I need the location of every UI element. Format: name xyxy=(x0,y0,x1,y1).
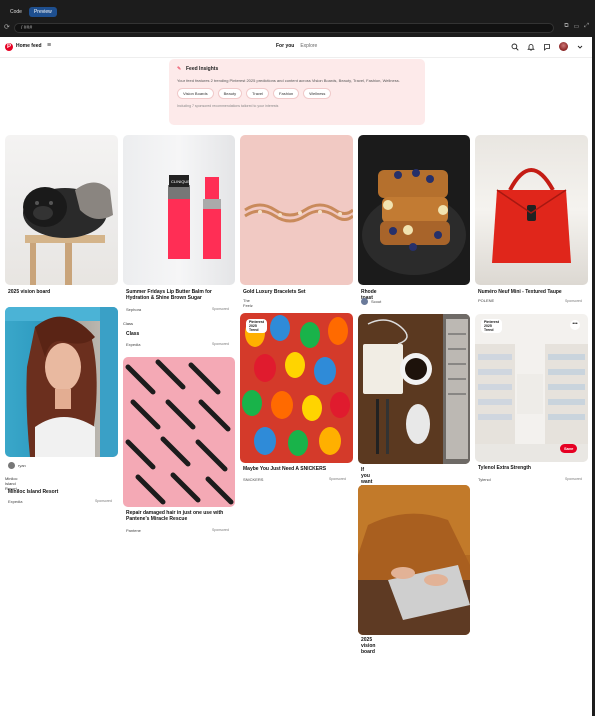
pin-title: Summer Fridays Lip Butter Balm for Hydra… xyxy=(126,289,212,301)
pin-source: POLENE xyxy=(478,298,495,303)
sponsored-label: Sponsored xyxy=(565,477,582,481)
pin-title: Tylenol Extra Strength xyxy=(478,465,531,471)
feed-insights-panel: ✎ Feed Insights Your feed features 2 tre… xyxy=(169,59,425,125)
pinterest-logo-icon[interactable]: P xyxy=(5,43,13,51)
pin-source: Expedia xyxy=(8,499,23,504)
devices-icon[interactable]: ▭ xyxy=(574,23,580,30)
mode-tabs: Code Preview xyxy=(0,4,595,20)
tab-code[interactable]: Code xyxy=(5,7,27,17)
pin-user: ryan xyxy=(18,463,26,468)
home-feed-label[interactable]: Home feed xyxy=(16,43,42,49)
chip-beauty[interactable]: Beauty xyxy=(217,88,243,99)
site-header: P Home feed ≡ For you Explore xyxy=(0,37,592,58)
pin-source: Sephora xyxy=(126,307,142,312)
sponsored-label: Sponsored xyxy=(329,477,346,481)
user-avatar[interactable] xyxy=(8,462,15,469)
pin-title: 2025 vision board xyxy=(8,289,51,295)
insights-title: Feed Insights xyxy=(186,66,219,72)
pin-user: Scout xyxy=(371,299,382,304)
tab-explore[interactable]: Explore xyxy=(300,43,317,49)
pin-title: Miniloc Island Resort xyxy=(8,489,59,495)
app-window: Code Preview ⟳ / ### ⧉ ▭ ⤢ P Home feed ≡… xyxy=(0,0,595,716)
pin-source: SNICKERS xyxy=(243,477,264,482)
pin-title: Repair damaged hair in just one use with… xyxy=(126,510,224,522)
pharmacy-image[interactable] xyxy=(475,314,588,462)
pin-source: Tylenol xyxy=(478,477,491,482)
tab-preview[interactable]: Preview xyxy=(28,7,57,17)
search-icon[interactable] xyxy=(511,43,519,51)
french-toast-image[interactable] xyxy=(358,135,470,285)
pug-image[interactable] xyxy=(5,135,118,285)
trend-badge: Pinterest 2025 Trend xyxy=(246,319,267,333)
menu-icon[interactable]: ≡ xyxy=(47,42,51,49)
chevron-down-icon[interactable] xyxy=(576,43,584,51)
lipstick-image[interactable]: CLINIQUE xyxy=(123,135,235,285)
sponsored-label: Sponsored xyxy=(212,342,229,346)
message-icon[interactable] xyxy=(543,43,551,51)
profile-avatar[interactable] xyxy=(559,42,568,51)
sweater-laptop-image[interactable] xyxy=(358,485,470,635)
address-bar: ⟳ / ### ⧉ ▭ ⤢ xyxy=(0,20,595,36)
pin-source: Expedia xyxy=(126,342,141,347)
more-options-icon[interactable]: ••• xyxy=(570,320,580,330)
insights-body: Your feed features 2 trending Pinterest … xyxy=(177,78,400,83)
bracelet-image[interactable] xyxy=(240,135,353,285)
url-input[interactable]: / ### xyxy=(14,23,554,33)
refresh-icon[interactable]: ⟳ xyxy=(4,23,10,31)
tab-for-you[interactable]: For you xyxy=(276,43,294,49)
save-button[interactable]: Save xyxy=(560,444,578,453)
pin-title: Numéro Neuf Mini - Textured Taupe xyxy=(478,289,562,295)
user-avatar[interactable] xyxy=(361,298,368,305)
pin-title: Gold Luxury Bracelets Set xyxy=(243,289,306,295)
woman-portrait-image[interactable] xyxy=(5,307,118,457)
sponsored-label: Sponsored xyxy=(565,299,582,303)
pin-source: The Feelz xyxy=(243,298,253,308)
chip-travel[interactable]: Travel xyxy=(246,88,270,99)
pinterest-page: P Home feed ≡ For you Explore ✎ Feed Ins… xyxy=(0,37,592,716)
bell-icon[interactable] xyxy=(527,43,535,51)
trend-badge: Pinterest 2025 Trend xyxy=(481,319,502,333)
fullscreen-icon[interactable]: ⤢ xyxy=(584,23,589,30)
sponsored-label: Sponsored xyxy=(212,307,229,311)
chip-vision-boards[interactable]: Vision Boards xyxy=(177,88,214,99)
red-bag-image[interactable] xyxy=(475,135,588,285)
chip-fashion[interactable]: Fashion xyxy=(273,88,300,99)
svg-text:CLINIQUE: CLINIQUE xyxy=(171,179,190,184)
brushes-image[interactable] xyxy=(123,357,235,507)
insights-footer: Including 7 sponsored recommendations ta… xyxy=(177,104,279,108)
pin-title: Class xyxy=(126,331,140,337)
external-link-icon[interactable]: ⧉ xyxy=(564,23,568,30)
pin-source: Pantene xyxy=(126,528,141,533)
chip-wellness[interactable]: Wellness xyxy=(303,88,332,99)
pin-title: Maybe You Just Need A SNICKERS xyxy=(243,466,327,472)
sponsored-label: Sponsored xyxy=(212,528,229,532)
desk-coffee-image[interactable] xyxy=(358,314,470,464)
sponsored-label: Sponsored xyxy=(95,499,112,503)
pin-title: 2025 vision board xyxy=(361,637,376,655)
broken-image: Class xyxy=(123,321,134,326)
sparkle-icon: ✎ xyxy=(177,66,182,72)
gummies-image[interactable] xyxy=(240,313,353,463)
